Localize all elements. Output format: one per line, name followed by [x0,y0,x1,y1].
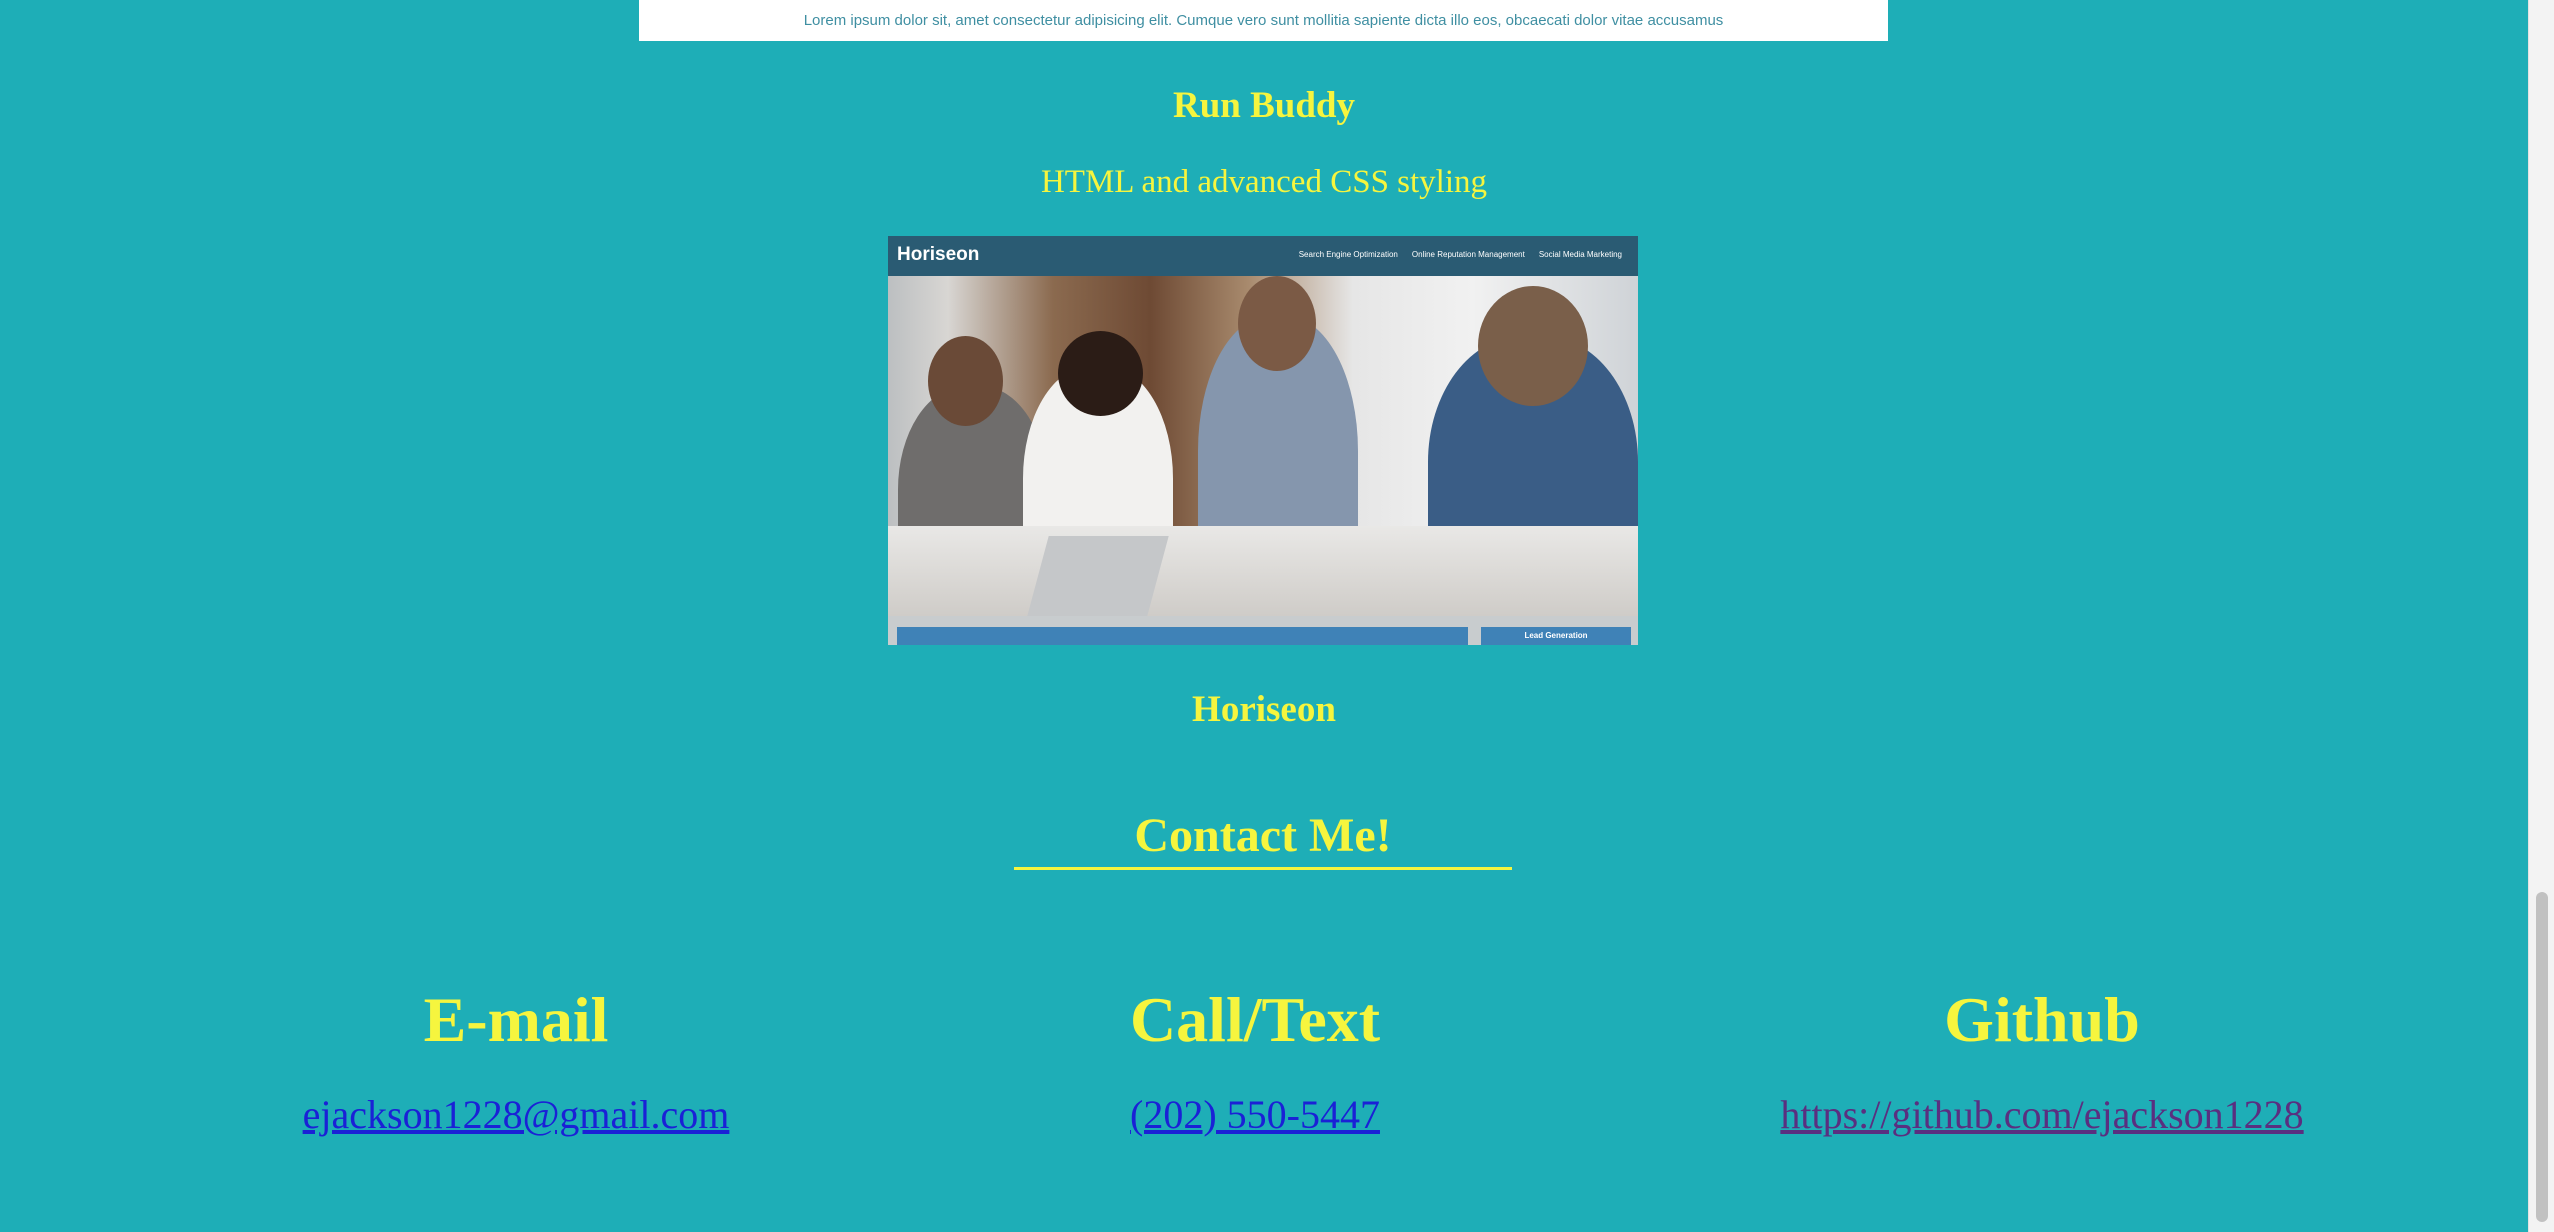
vertical-scrollbar[interactable] [2528,0,2554,1232]
email-heading: E-mail [423,984,609,1055]
screenshot-nav-item: Search Engine Optimization [1298,250,1398,259]
call-heading: Call/Text [1129,984,1381,1055]
screenshot-header: Horiseon Search Engine Optimization Onli… [888,236,1638,276]
previous-project-card: Lorem ipsum dolor sit, amet consectetur … [639,0,1888,41]
person-head [1058,331,1143,416]
person-head [928,336,1003,426]
scrollbar-thumb[interactable] [2536,892,2548,1222]
screenshot-content-bar [897,627,1468,645]
screenshot-logo: Horiseon [897,244,980,265]
contact-title: Contact Me! [1014,808,1512,870]
github-heading: Github [1944,984,2140,1055]
team-photo [888,276,1638,616]
email-link[interactable]: ejackson1228@gmail.com [303,1090,730,1140]
meeting-table [888,526,1638,616]
project-title: Run Buddy [1172,85,1356,126]
project-screenshot[interactable]: Horiseon Search Engine Optimization Onli… [888,236,1638,645]
phone-link[interactable]: (202) 550-5447 [1130,1090,1380,1140]
sidebar-button-label: Lead Generation [1524,631,1588,640]
lorem-text: Lorem ipsum dolor sit, amet consectetur … [803,12,1724,29]
call-column: Call/Text (202) 550-5447 [905,980,1605,1140]
person-head [1478,286,1588,406]
screenshot-nav: Search Engine Optimization Online Reputa… [1299,250,1622,259]
screenshot-nav-item: Online Reputation Management [1411,250,1525,259]
project-caption: Horiseon [1192,689,1336,730]
page: Lorem ipsum dolor sit, amet consectetur … [0,0,2528,1232]
laptop [1027,536,1169,616]
email-column: E-mail ejackson1228@gmail.com [166,980,866,1140]
github-column: Github https://github.com/ejackson1228 [1692,980,2392,1140]
project-description: HTML and advanced CSS styling [1040,164,1488,200]
person-head [1238,276,1316,371]
screenshot-nav-item: Social Media Marketing [1538,250,1622,259]
github-link[interactable]: https://github.com/ejackson1228 [1780,1090,2303,1140]
screenshot-sidebar-button: Lead Generation [1481,627,1631,645]
